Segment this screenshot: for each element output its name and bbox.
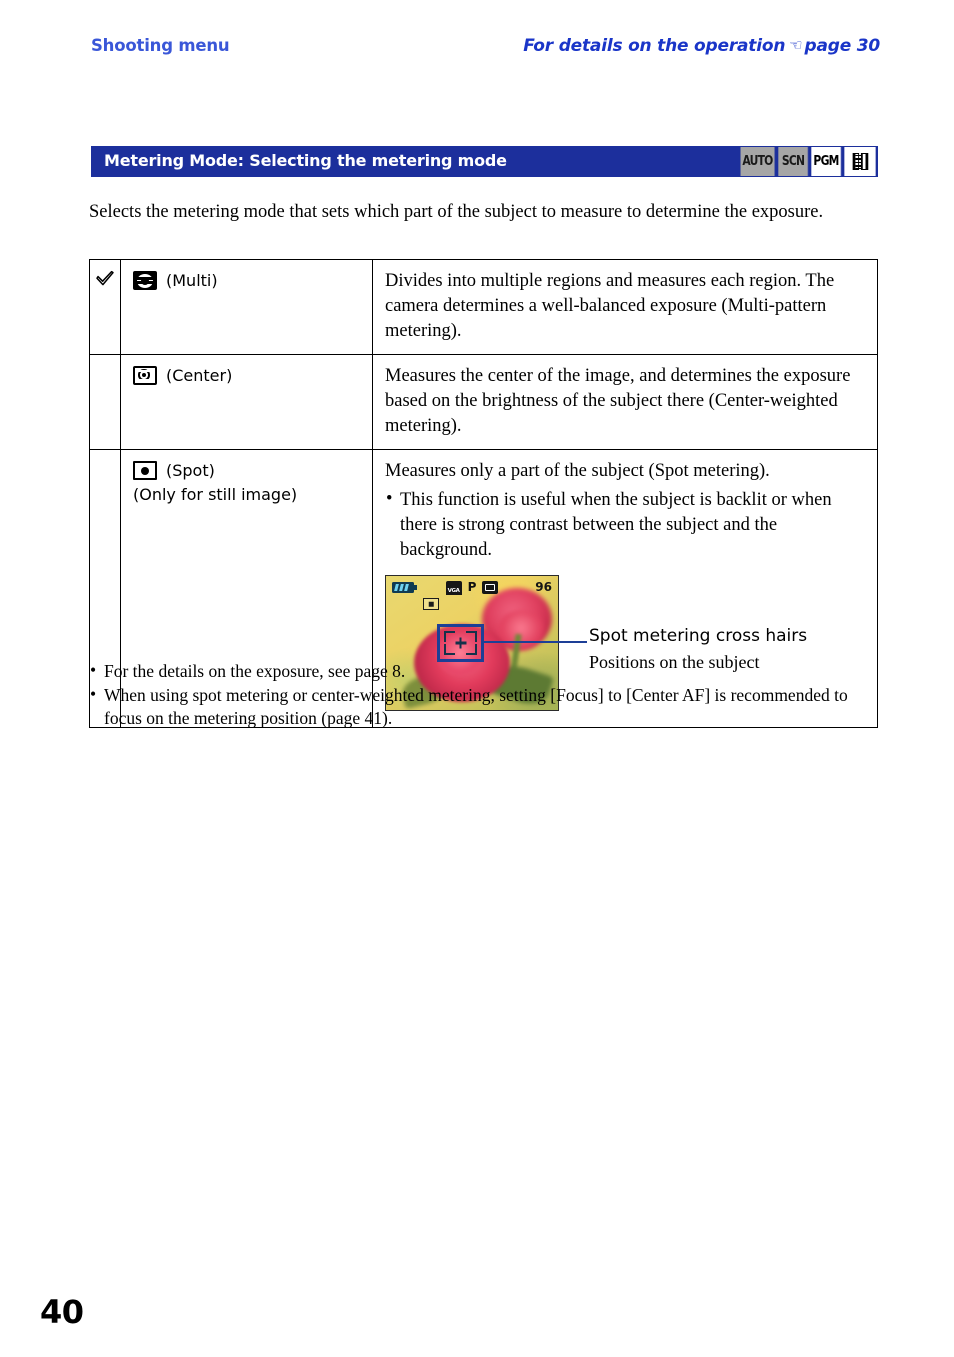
- page-number: 40: [40, 1293, 84, 1331]
- running-head: Shooting menu For details on the operati…: [0, 36, 954, 66]
- spot-metering-indicator-icon: [423, 598, 439, 610]
- mode-badge-group: AUTO SCN PGM: [739, 147, 877, 176]
- mode-sublabel-spot: (Only for still image): [133, 485, 298, 504]
- row-mode-cell-center: (Center): [120, 354, 373, 450]
- description-spot-bullets: This function is useful when the subject…: [385, 487, 863, 563]
- running-head-right-suffix: page 30: [804, 36, 880, 56]
- memory-card-icon: [482, 580, 499, 594]
- mode-badge-auto: AUTO: [740, 147, 776, 176]
- mode-label-center: (Center): [166, 366, 233, 385]
- metering-mode-table: (Multi) Divides into multiple regions an…: [89, 259, 878, 728]
- running-head-right: For details on the operation ☜ page 30: [523, 36, 880, 56]
- shots-remaining: 96: [535, 580, 552, 594]
- callout-leader-line: [483, 641, 587, 643]
- list-item: When using spot metering or center-weigh…: [89, 683, 884, 730]
- row-mode-cell-multi: (Multi): [120, 259, 373, 355]
- battery-icon: [392, 581, 417, 593]
- shooting-mode-letter: P: [467, 580, 477, 594]
- callout-primary: Spot metering cross hairs: [589, 626, 808, 646]
- running-head-left: Shooting menu: [91, 36, 230, 55]
- running-head-right-prefix: For details on the operation: [523, 36, 786, 56]
- mode-badge-movie: [844, 147, 876, 176]
- movie-film-icon: [852, 153, 868, 170]
- list-item: For the details on the exposure, see pag…: [89, 659, 884, 683]
- page-title: Metering Mode: Selecting the metering mo…: [104, 151, 507, 170]
- metering-center-icon: [133, 366, 157, 385]
- description-multi: Divides into multiple regions and measur…: [385, 271, 835, 341]
- list-item: This function is useful when the subject…: [385, 487, 863, 563]
- row-check-cell-multi: [89, 259, 121, 355]
- metering-multi-icon: [133, 271, 157, 290]
- intro-paragraph: Selects the metering mode that sets whic…: [89, 202, 824, 222]
- mode-label-spot: (Spot): [166, 461, 215, 480]
- mode-badge-scn: SCN: [778, 147, 809, 176]
- lcd-status-bar: VGA P 96: [386, 579, 558, 595]
- spot-metering-crosshair-icon: [437, 624, 484, 662]
- image-size-label: VGA: [445, 587, 462, 595]
- description-spot: Measures only a part of the subject (Spo…: [385, 461, 770, 481]
- row-check-cell-center: [89, 354, 121, 450]
- vga-image-size-icon: VGA: [445, 580, 462, 595]
- footnotes: For the details on the exposure, see pag…: [89, 659, 884, 731]
- description-center: Measures the center of the image, and de…: [385, 366, 851, 436]
- row-desc-cell-center: Measures the center of the image, and de…: [372, 354, 878, 450]
- table-row: (Center) Measures the center of the imag…: [89, 354, 878, 450]
- checkmark-icon: [95, 269, 115, 289]
- table-row: (Multi) Divides into multiple regions an…: [89, 259, 878, 355]
- mode-label-multi: (Multi): [166, 271, 218, 290]
- metering-spot-icon: [133, 461, 157, 480]
- pointing-hand-icon: ☜: [789, 36, 803, 54]
- row-desc-cell-multi: Divides into multiple regions and measur…: [372, 259, 878, 355]
- section-header-bar: Metering Mode: Selecting the metering mo…: [91, 146, 878, 177]
- mode-badge-pgm: PGM: [811, 147, 842, 176]
